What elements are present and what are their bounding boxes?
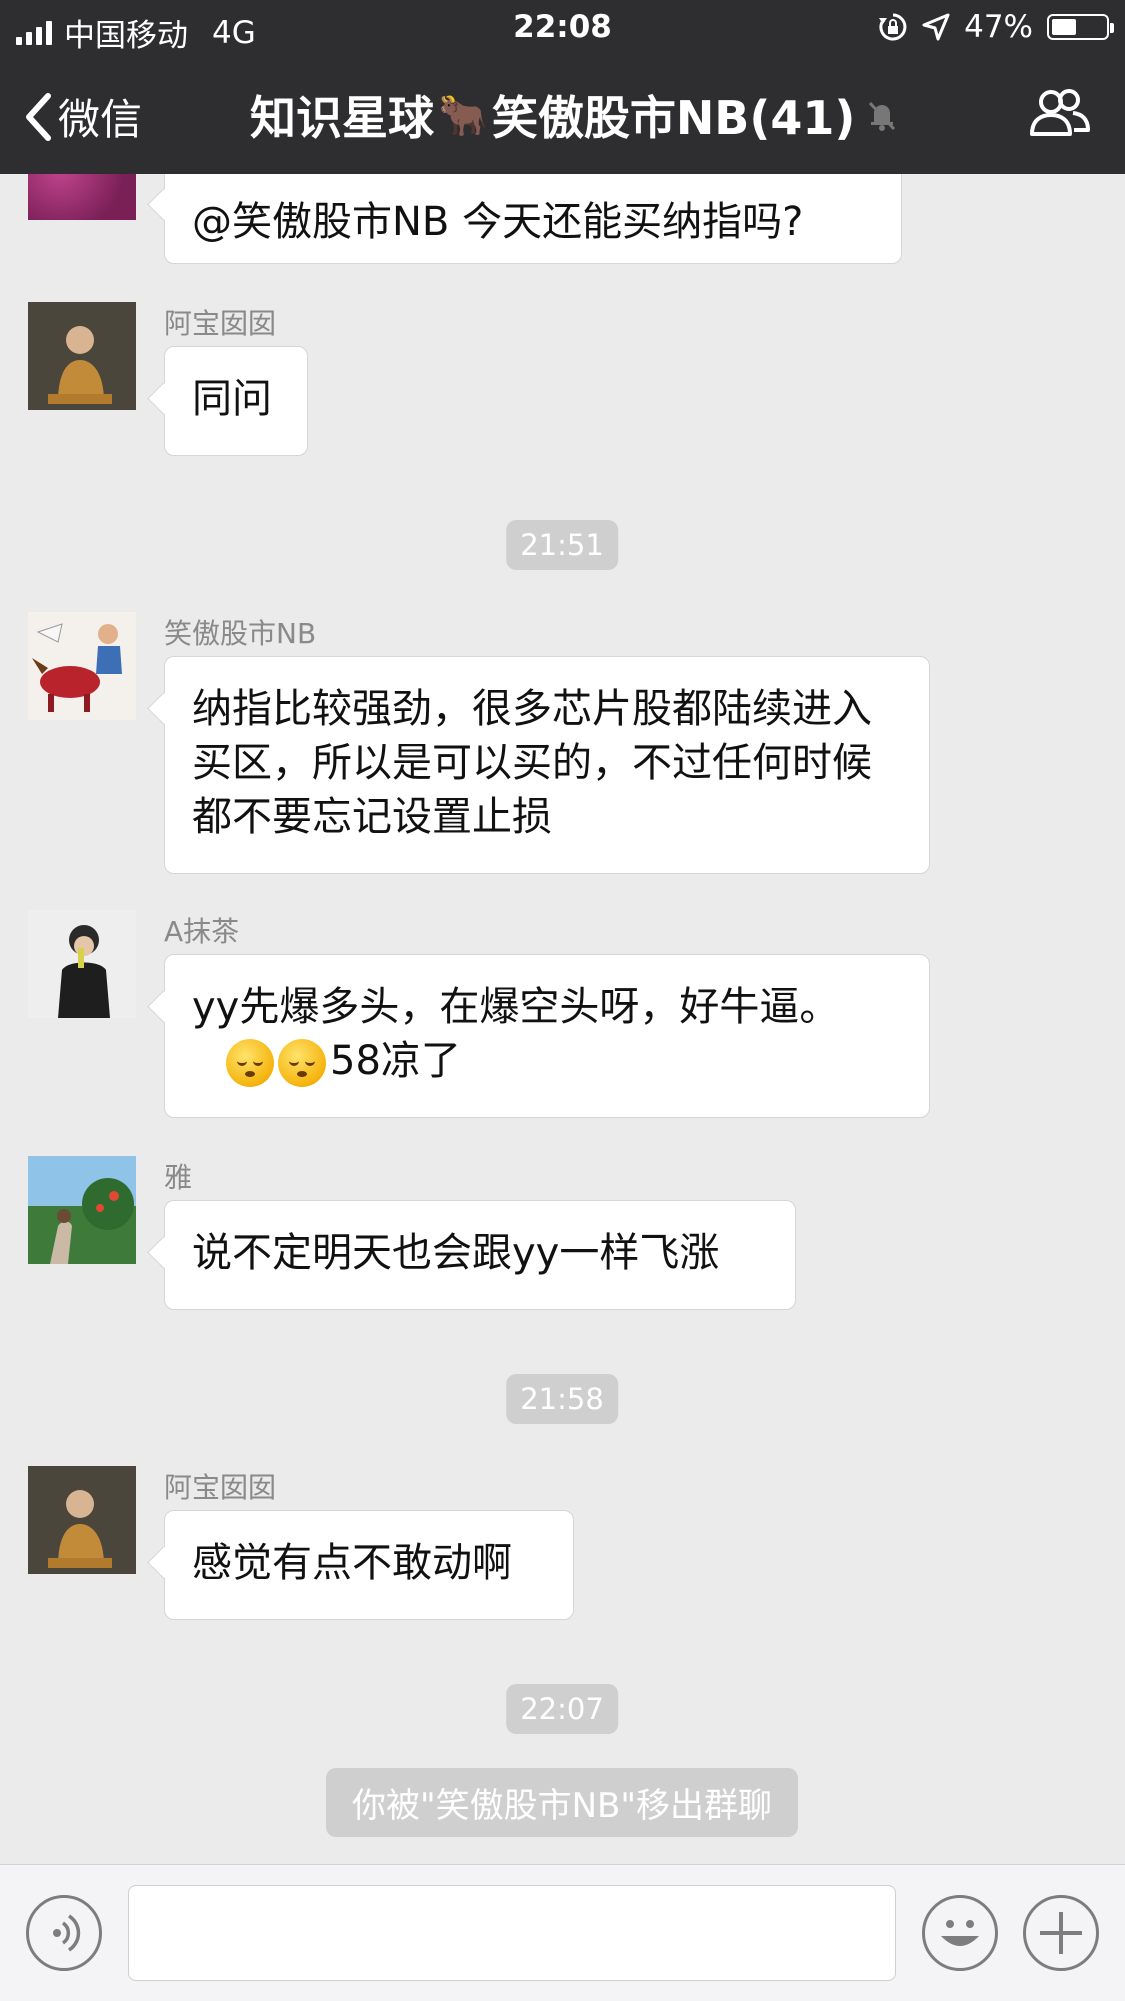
timestamp-chip: 22:07 (506, 1684, 618, 1734)
timestamp-chip: 21:51 (506, 520, 618, 570)
members-button[interactable] (1029, 88, 1091, 142)
message-input[interactable] (128, 1885, 896, 1981)
message-bubble[interactable]: 感觉有点不敢动啊 (164, 1510, 574, 1620)
message-text: 说不定明天也会跟yy一样飞涨 (192, 1230, 720, 1276)
nav-bar: 微信 知识星球 🐂 笑傲股市NB(41) (0, 56, 1125, 174)
message-bubble[interactable]: yy先爆多头，在爆空头呀，好牛逼。 58凉了 (164, 954, 930, 1118)
timestamp-chip: 21:58 (506, 1374, 618, 1424)
message-text-line2-wrap: 58凉了 (192, 1034, 902, 1088)
message-text: @笑傲股市NB 今天还能买纳指吗? (192, 199, 804, 245)
battery-icon (1047, 14, 1114, 40)
chat-area[interactable]: @笑傲股市NB 今天还能买纳指吗? 阿宝囡囡 同问 21:51 笑傲股市NB 纳… (0, 174, 1125, 1864)
emoji-icon (941, 1920, 979, 1946)
battery-fill (1052, 19, 1077, 35)
avatar[interactable] (28, 1156, 136, 1264)
message-bubble[interactable]: 同问 (164, 346, 308, 456)
voice-icon (53, 1914, 81, 1952)
chat-title: 知识星球 🐂 笑傲股市NB(41) (250, 82, 899, 148)
plus-icon (1040, 1912, 1082, 1954)
avatar[interactable] (28, 612, 136, 720)
message-text-line1: yy先爆多头，在爆空头呀，好牛逼。 (192, 984, 840, 1030)
input-bar (0, 1864, 1125, 2001)
battery-percent: 47% (964, 9, 1033, 45)
orientation-lock-icon (879, 13, 907, 41)
add-button[interactable] (1023, 1895, 1099, 1971)
avatar[interactable] (28, 174, 136, 220)
sender-name: 笑傲股市NB (164, 617, 317, 650)
message-text: 感觉有点不敢动啊 (192, 1540, 512, 1586)
status-bar: 中国移动 4G 22:08 47% (0, 0, 1125, 56)
message-text: 同问 (192, 376, 272, 422)
avatar[interactable] (28, 302, 136, 410)
avatar[interactable] (28, 1466, 136, 1574)
message-text: 纳指比较强劲，很多芯片股都陆续进入买区，所以是可以买的，不过任何时候都不要忘记设… (192, 686, 872, 840)
title-name: 笑傲股市NB(41) (491, 91, 856, 145)
message-bubble[interactable]: 说不定明天也会跟yy一样飞涨 (164, 1200, 796, 1310)
message-text-line2: 58凉了 (330, 1038, 461, 1084)
voice-button[interactable] (26, 1895, 102, 1971)
blushing-emoji-icon (226, 1039, 274, 1087)
system-message: 你被"笑傲股市NB"移出群聊 (325, 1768, 799, 1837)
bell-mute-icon (869, 101, 896, 131)
chevron-left-icon (26, 92, 51, 141)
ox-emoji: 🐂 (438, 92, 488, 139)
message-bubble[interactable]: @笑傲股市NB 今天还能买纳指吗? (164, 174, 902, 264)
sender-name: 雅 (164, 1161, 193, 1194)
back-button[interactable]: 微信 (24, 86, 142, 147)
back-label: 微信 (58, 95, 143, 144)
avatar[interactable] (28, 910, 136, 1018)
blushing-emoji-icon (278, 1039, 326, 1087)
title-prefix: 知识星球 (250, 91, 434, 145)
group-members-icon (1030, 89, 1090, 136)
sender-name: A抹茶 (164, 915, 240, 948)
location-icon (922, 13, 950, 41)
sender-name: 阿宝囡囡 (164, 1471, 277, 1504)
sender-name: 阿宝囡囡 (164, 307, 277, 340)
message-bubble[interactable]: 纳指比较强劲，很多芯片股都陆续进入买区，所以是可以买的，不过任何时候都不要忘记设… (164, 656, 930, 874)
emoji-button[interactable] (922, 1895, 998, 1971)
status-right: 47% (878, 9, 1114, 45)
